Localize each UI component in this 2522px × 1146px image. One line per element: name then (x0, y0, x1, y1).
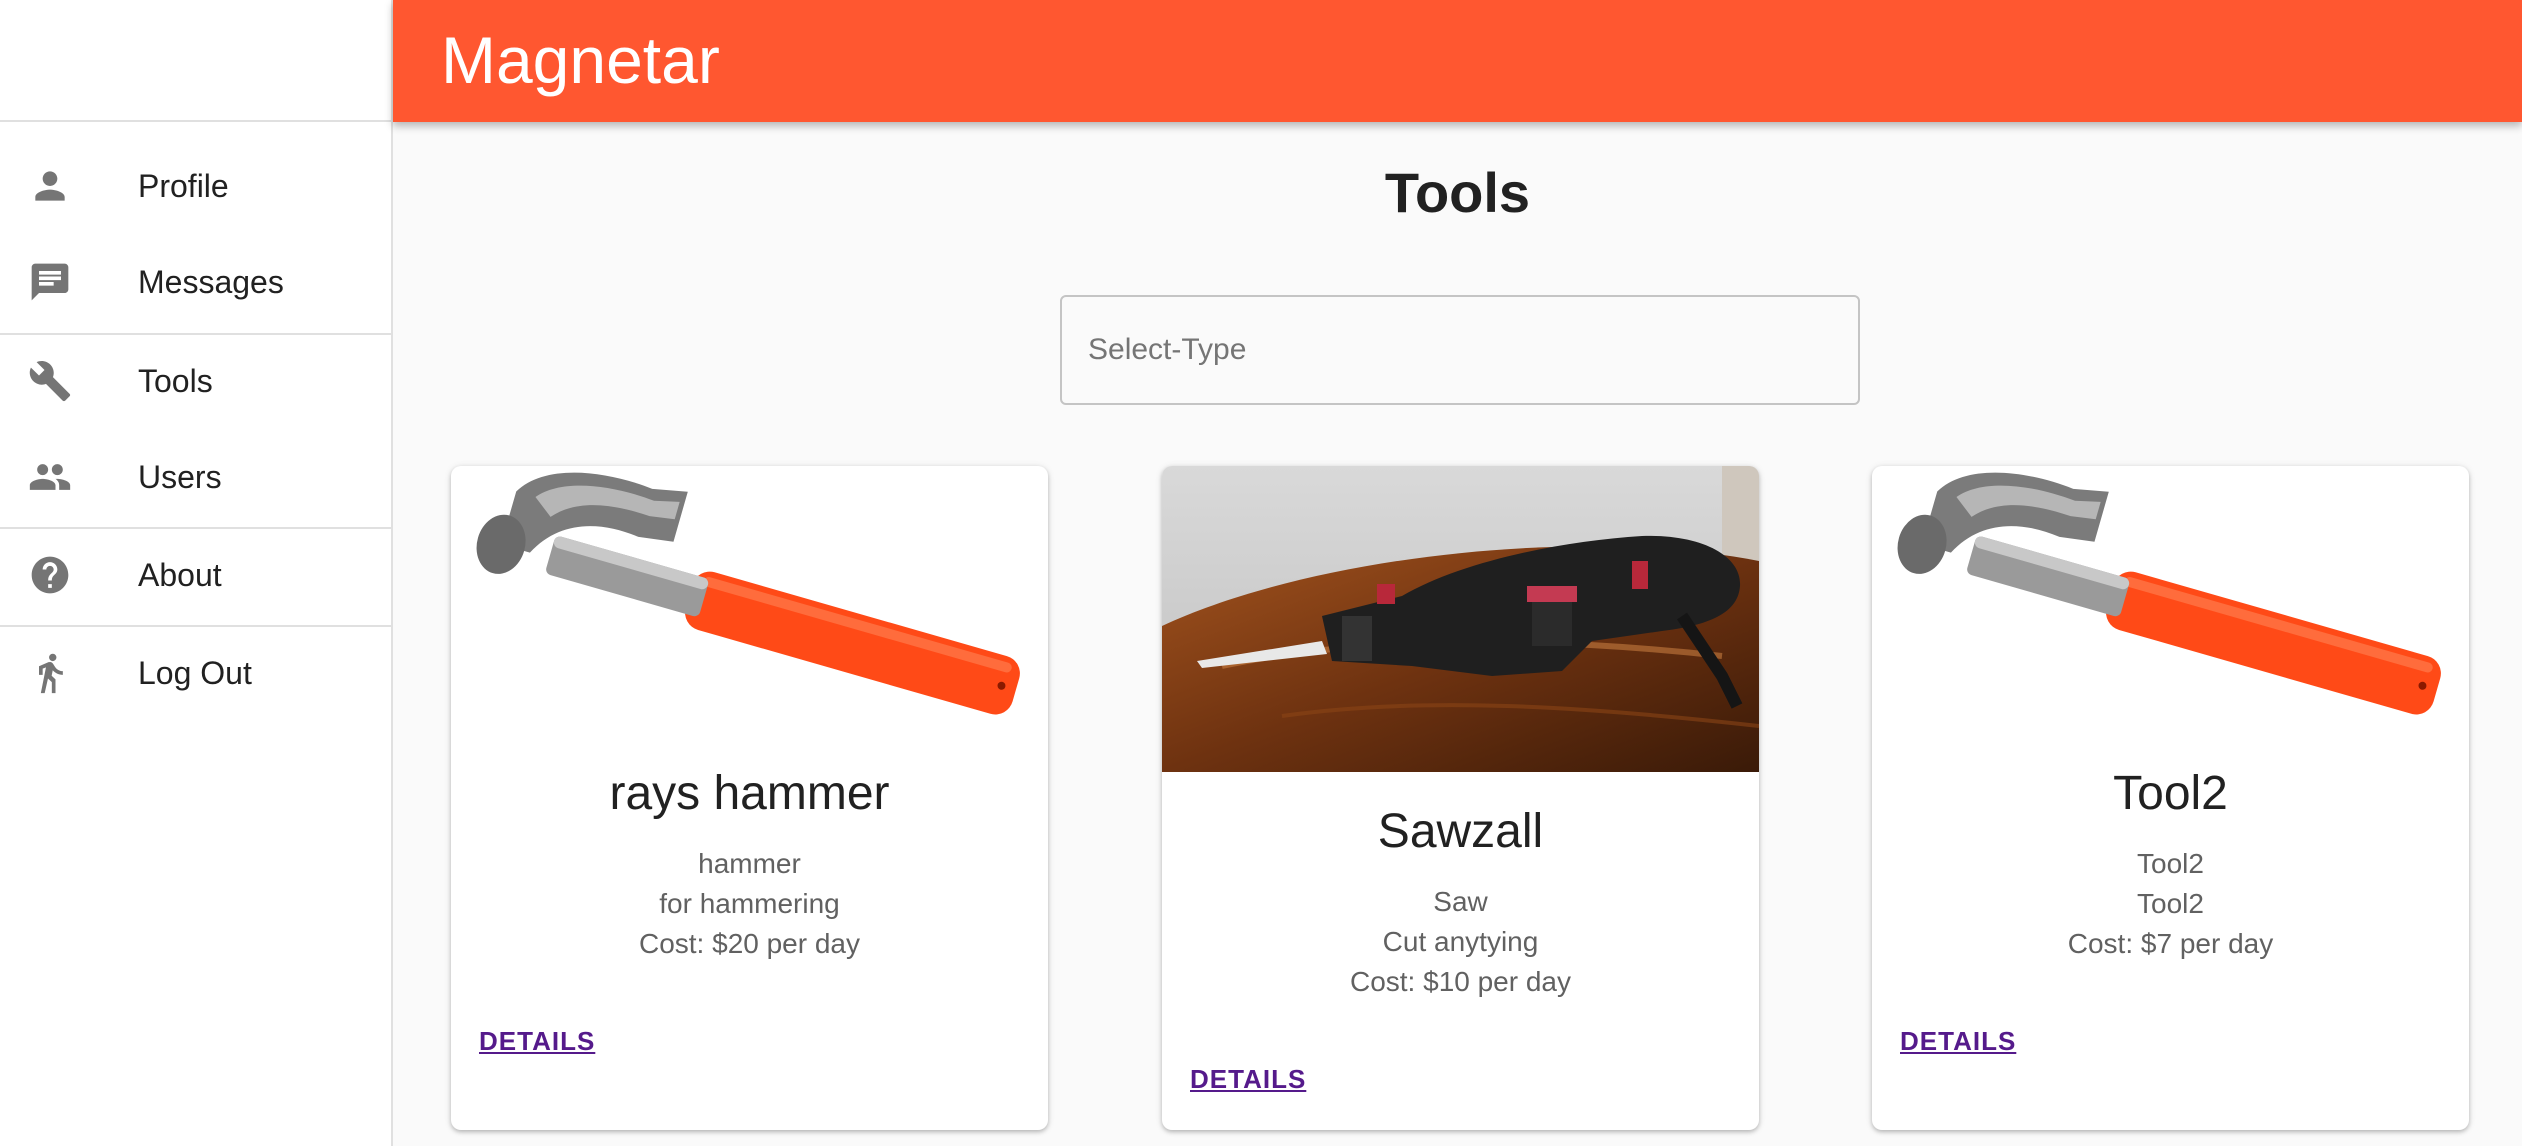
sidebar-drawer: Profile Messages Tools Users About Log O… (0, 0, 393, 1146)
wrench-icon (28, 359, 72, 403)
tool-name: Tool2 (2113, 767, 2228, 820)
tool-name: rays hammer (609, 767, 890, 820)
details-link[interactable]: DETAILS (479, 1026, 595, 1057)
sidebar-item-label: Profile (138, 167, 229, 204)
tool-name: Sawzall (1377, 805, 1544, 858)
tool-description: for hammering (659, 888, 840, 919)
app-title: Magnetar (441, 23, 720, 97)
person-icon (28, 164, 72, 208)
tool-type: Saw (1433, 886, 1488, 917)
tool-type: Tool2 (2137, 848, 2204, 879)
select-placeholder: Select-Type (1088, 333, 1247, 366)
tool-cost: Cost: $20 per day (638, 928, 861, 959)
app-bar: Magnetar (393, 0, 2522, 122)
type-select[interactable]: Select-Type (1060, 295, 1860, 405)
sidebar-item-users[interactable]: Users (0, 429, 391, 525)
tool-cost: Cost: $10 per day (1349, 966, 1572, 997)
sidebar-item-label: Log Out (138, 654, 252, 691)
help-icon (28, 553, 72, 597)
sidebar-header (0, 0, 391, 122)
details-link[interactable]: DETAILS (1190, 1064, 1306, 1095)
hammer-image (451, 466, 1048, 772)
page-title: Tools (1384, 161, 1531, 224)
hammer-image (1872, 466, 2469, 772)
sidebar-item-about[interactable]: About (0, 527, 391, 623)
tool-card: Sawzall Saw Cut anytying Cost: $10 per d… (1162, 466, 1759, 1130)
sidebar-item-messages[interactable]: Messages (0, 234, 391, 330)
tool-card: Tool2 Tool2 Tool2 Cost: $7 per day DETAI… (1872, 466, 2469, 1130)
sidebar-item-label: About (138, 556, 222, 593)
sidebar-item-tools[interactable]: Tools (0, 333, 391, 429)
reciprocating-saw-image (1162, 466, 1759, 772)
message-icon (28, 260, 72, 304)
details-link[interactable]: DETAILS (1900, 1026, 2016, 1057)
tool-card: rays hammer hammer for hammering Cost: $… (451, 466, 1048, 1130)
tool-description: Tool2 (2137, 888, 2204, 919)
sidebar-item-profile[interactable]: Profile (0, 138, 391, 234)
tool-cost: Cost: $7 per day (2067, 928, 2274, 959)
sidebar-item-log-out[interactable]: Log Out (0, 625, 391, 721)
tool-type: hammer (698, 848, 801, 879)
tool-description: Cut anytying (1382, 926, 1539, 957)
sidebar-item-label: Messages (138, 263, 284, 300)
walk-icon (28, 651, 72, 695)
sidebar-item-label: Users (138, 458, 222, 495)
people-icon (28, 455, 72, 499)
sidebar-item-label: Tools (138, 362, 213, 399)
